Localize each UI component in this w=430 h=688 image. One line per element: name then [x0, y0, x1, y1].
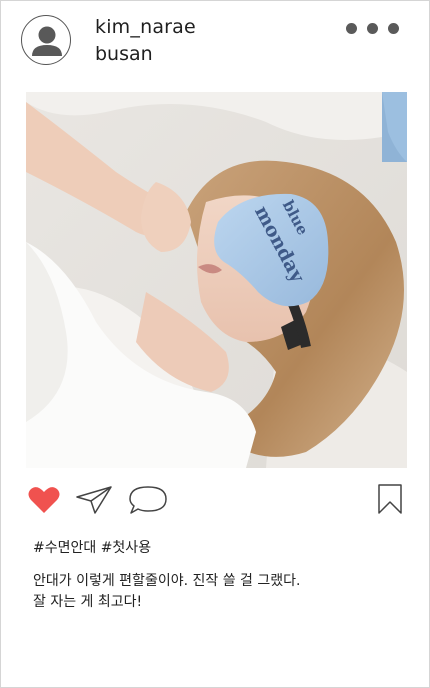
more-dot-icon	[346, 23, 357, 34]
more-dot-icon	[388, 23, 399, 34]
caption-line: 안대가 이렇게 편할줄이야. 진작 쓸 걸 그랬다.	[33, 573, 301, 589]
share-button[interactable]	[75, 485, 113, 515]
speech-bubble-icon	[129, 486, 167, 514]
caption-line: 잘 자는 게 최고다!	[33, 594, 143, 610]
user-avatar-icon[interactable]	[21, 15, 71, 65]
more-options-button[interactable]	[341, 21, 403, 37]
bookmark-icon	[378, 484, 402, 514]
post-card: kim_narae busan blue monday #수면안대 #첫사용 안…	[0, 0, 430, 688]
location[interactable]: busan	[95, 43, 153, 65]
caption: 안대가 이렇게 편할줄이야. 진작 쓸 걸 그랬다. 잘 자는 게 최고다!	[33, 571, 403, 613]
comment-button[interactable]	[127, 484, 169, 516]
paper-plane-icon	[76, 486, 112, 514]
post-photo[interactable]: blue monday	[26, 92, 407, 468]
save-button[interactable]	[377, 483, 403, 515]
heart-icon	[28, 487, 60, 513]
like-button[interactable]	[27, 485, 61, 515]
username[interactable]: kim_narae	[95, 16, 196, 38]
hashtags[interactable]: #수면안대 #첫사용	[33, 537, 151, 557]
more-dot-icon	[367, 23, 378, 34]
